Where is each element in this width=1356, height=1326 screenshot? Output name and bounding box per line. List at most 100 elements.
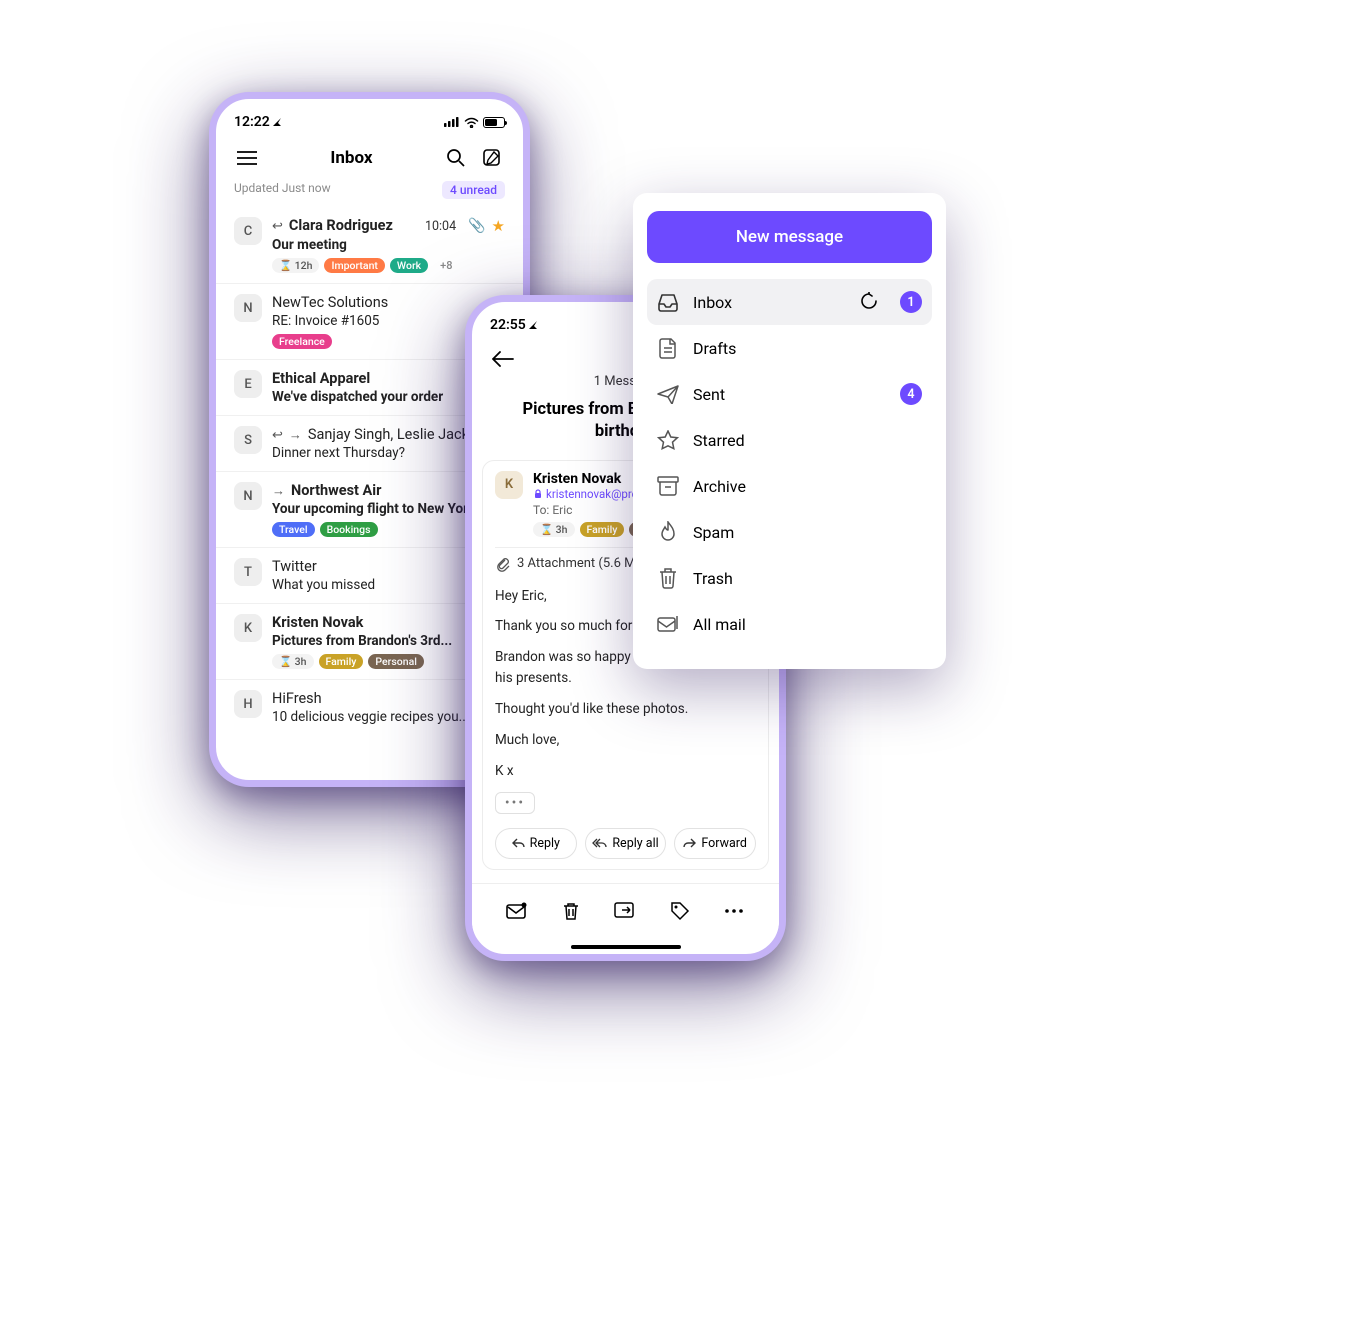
- reply-all-button[interactable]: Reply all: [585, 828, 667, 859]
- body-paragraph: Thought you'd like these photos.: [495, 699, 756, 720]
- sidebar-item-spam[interactable]: Spam: [647, 509, 932, 555]
- updated-text: Updated Just now: [234, 181, 331, 199]
- forward-button[interactable]: Forward: [674, 828, 756, 859]
- spam-icon: [657, 521, 679, 543]
- home-indicator[interactable]: [571, 945, 681, 949]
- back-button[interactable]: [490, 346, 516, 372]
- sender-name: Twitter: [272, 558, 317, 575]
- sender-name: Clara Rodriguez: [289, 217, 393, 234]
- inbox-header: Inbox: [216, 135, 523, 181]
- mail-subject: Our meeting: [272, 237, 505, 253]
- nav-label: Trash: [693, 569, 922, 588]
- tag-important: Important: [324, 258, 384, 273]
- tag-family: Family: [580, 522, 625, 537]
- avatar: C: [234, 217, 262, 245]
- trash-icon: [657, 567, 679, 589]
- nav-label: Drafts: [693, 339, 922, 358]
- sender-avatar: K: [495, 471, 523, 499]
- mail-item[interactable]: C ↩ Clara Rodriguez 10:04 📎 ★ Our meeting ⌛ 12h…: [216, 207, 523, 283]
- sidebar-panel: New message Inbox 1 Drafts Sent 4 Starred Arch…: [633, 193, 946, 669]
- tag-work: Work: [390, 258, 428, 273]
- status-time: 22:55: [490, 317, 526, 333]
- tag-more: +8: [433, 258, 459, 273]
- attachment-icon: 📎: [468, 218, 485, 234]
- status-bar: 12:22: [216, 99, 523, 135]
- signal-icon: [444, 117, 460, 127]
- drafts-icon: [657, 337, 679, 359]
- sent-icon: [657, 383, 679, 405]
- lock-icon: [533, 489, 543, 499]
- sidebar-item-star[interactable]: Starred: [647, 417, 932, 463]
- avatar: H: [234, 690, 262, 718]
- tag-hourglass: ⌛ 3h: [533, 522, 575, 537]
- location-icon: [528, 320, 538, 330]
- avatar: N: [234, 294, 262, 322]
- search-button[interactable]: [443, 145, 469, 171]
- tag-family: Family: [319, 654, 364, 669]
- nav-label: Spam: [693, 523, 922, 542]
- folder-list: Inbox 1 Drafts Sent 4 Starred Archive Spam Trash…: [647, 279, 932, 647]
- avatar: T: [234, 558, 262, 586]
- nav-label: Inbox: [693, 293, 846, 312]
- more-button[interactable]: [721, 898, 747, 924]
- tag-personal: Personal: [368, 654, 424, 669]
- sidebar-item-allmail[interactable]: All mail: [647, 601, 932, 647]
- sender-name: Ethical Apparel: [272, 370, 370, 387]
- avatar: N: [234, 482, 262, 510]
- avatar: E: [234, 370, 262, 398]
- unread-badge[interactable]: 4 unread: [442, 181, 505, 199]
- allmail-icon: [657, 613, 679, 635]
- message-toolbar: [472, 883, 779, 938]
- tag-freelance: Freelance: [272, 334, 332, 349]
- count-badge: 4: [900, 383, 922, 405]
- new-message-button[interactable]: New message: [647, 211, 932, 263]
- star-icon: [657, 429, 679, 451]
- archive-icon: [657, 475, 679, 497]
- mark-unread-button[interactable]: [504, 898, 530, 924]
- sidebar-item-sent[interactable]: Sent 4: [647, 371, 932, 417]
- nav-label: Starred: [693, 431, 922, 450]
- show-more-button[interactable]: •••: [495, 792, 535, 814]
- sidebar-item-drafts[interactable]: Drafts: [647, 325, 932, 371]
- sidebar-item-inbox[interactable]: Inbox 1: [647, 279, 932, 325]
- sender-name: HiFresh: [272, 690, 322, 707]
- star-icon[interactable]: ★: [492, 217, 505, 235]
- reply-icon: ↩: [272, 428, 283, 443]
- tag-hourglass: ⌛ 3h: [272, 654, 314, 669]
- tag-travel: Travel: [272, 522, 315, 537]
- nav-label: Archive: [693, 477, 922, 496]
- compose-button[interactable]: [479, 145, 505, 171]
- menu-button[interactable]: [234, 145, 260, 171]
- location-icon: [272, 117, 282, 127]
- battery-icon: [483, 117, 505, 128]
- forward-icon: →: [272, 483, 285, 499]
- sidebar-item-archive[interactable]: Archive: [647, 463, 932, 509]
- paperclip-icon: [495, 556, 511, 572]
- tag-bookings: Bookings: [320, 522, 378, 537]
- body-paragraph: K x: [495, 761, 756, 782]
- delete-button[interactable]: [558, 898, 584, 924]
- avatar: K: [234, 614, 262, 642]
- reply-button[interactable]: Reply: [495, 828, 577, 859]
- sender-name: Northwest Air: [291, 482, 381, 499]
- wifi-icon: [464, 117, 479, 128]
- body-paragraph: Much love,: [495, 730, 756, 751]
- nav-label: Sent: [693, 385, 886, 404]
- inbox-icon: [657, 291, 679, 313]
- reply-icon: ↩: [272, 219, 283, 234]
- mail-time: 10:04: [425, 219, 456, 234]
- status-time: 12:22: [234, 114, 270, 130]
- sender-name: NewTec Solutions: [272, 294, 388, 311]
- sidebar-item-trash[interactable]: Trash: [647, 555, 932, 601]
- nav-label: All mail: [693, 615, 922, 634]
- move-button[interactable]: [612, 898, 638, 924]
- sender-name: Kristen Novak: [272, 614, 363, 631]
- avatar: S: [234, 426, 262, 454]
- tag-hourglass: ⌛ 12h: [272, 258, 319, 273]
- label-button[interactable]: [667, 898, 693, 924]
- count-badge: 1: [900, 291, 922, 313]
- forward-icon: →: [289, 427, 302, 443]
- refresh-icon[interactable]: [860, 292, 880, 312]
- inbox-meta: Updated Just now 4 unread: [216, 181, 523, 207]
- status-icons: [444, 117, 505, 128]
